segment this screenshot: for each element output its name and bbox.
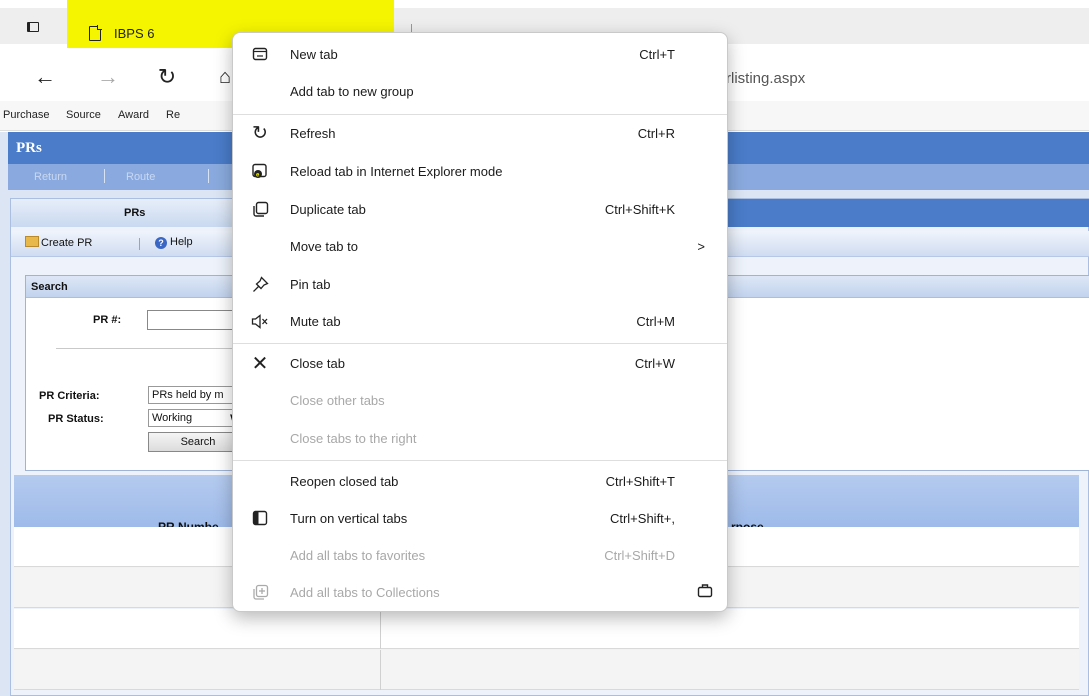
menu-item-close-tab[interactable]: ✕ Close tab Ctrl+W [233,346,727,382]
pin-icon [251,276,269,294]
return-link[interactable]: Return [34,171,67,183]
menu-item-vertical-tabs[interactable]: Turn on vertical tabs Ctrl+Shift+, [233,501,727,537]
action-separator [104,169,105,183]
favorite-source[interactable]: Source [66,109,101,121]
folder-icon [25,236,39,247]
mute-icon [251,313,269,331]
menu-item-add-tabs-collections: Add all tabs to Collections [233,575,727,611]
route-link[interactable]: Route [126,171,155,183]
menu-item-close-tabs-right: Close tabs to the right [290,431,417,446]
briefcase-icon [697,583,713,601]
create-pr-label: Create PR [41,237,93,249]
table-row[interactable] [14,609,1079,649]
back-arrow-icon[interactable]: ← [30,60,60,94]
page-title: PRs [16,140,42,156]
collections-icon [251,584,269,602]
panel-title: PRs [124,207,146,219]
tab-actions-icon[interactable] [22,16,44,38]
new-tab-icon [251,46,269,64]
reload-icon[interactable]: ↻ [152,60,182,94]
ie-mode-icon: e [251,163,269,181]
favorite-award[interactable]: Award [118,109,149,121]
help-label: Help [170,236,193,248]
pr-criteria-label: PR Criteria: [39,390,100,402]
pr-status-label: PR Status: [48,413,104,425]
table-row[interactable] [14,650,1079,690]
action-separator [208,169,209,183]
chevron-right-icon: > [697,239,705,254]
pr-number-label: PR #: [93,314,122,326]
help-icon: ? [155,237,167,249]
favorite-truncated[interactable]: Re [166,109,180,121]
menu-separator [233,114,727,115]
menu-item-reload-ie-mode[interactable]: e Reload tab in Internet Explorer mode [233,154,727,190]
menu-item-reopen-closed-tab[interactable]: Reopen closed tab Ctrl+Shift+T [233,464,727,500]
search-divider [56,348,256,349]
menu-item-close-other-tabs: Close other tabs [290,393,385,408]
favorite-purchase[interactable]: Purchase [3,109,49,121]
menu-separator [233,343,727,344]
forward-arrow-icon[interactable]: → [93,60,123,94]
page-icon [89,25,102,41]
pr-status-value: Working [152,412,193,424]
tab-context-menu: New tab Ctrl+T Add tab to new group ↻ Re… [232,32,728,612]
create-pr-button[interactable]: Create PR [25,236,92,249]
tab-title: IBPS 6 [114,26,155,41]
menu-item-duplicate-tab[interactable]: Duplicate tab Ctrl+Shift+K [233,192,727,228]
menu-item-mute-tab[interactable]: Mute tab Ctrl+M [233,304,727,340]
search-title: Search [31,281,68,293]
help-button[interactable]: ? Help [155,236,193,249]
menu-item-add-tab-to-group[interactable]: Add tab to new group [233,74,727,110]
duplicate-icon [251,201,269,219]
menu-item-pin-tab[interactable]: Pin tab [233,267,727,303]
refresh-icon: ↻ [252,123,268,144]
menu-item-add-tabs-favorites: Add all tabs to favorites Ctrl+Shift+D [290,548,675,563]
close-icon: ✕ [251,353,269,375]
menu-separator [233,460,727,461]
menu-item-move-tab-to[interactable]: Move tab to > [233,229,727,265]
toolbar-separator [139,238,140,250]
menu-item-refresh[interactable]: ↻ Refresh Ctrl+R [233,116,727,152]
vertical-tabs-icon [251,510,269,528]
menu-item-new-tab[interactable]: New tab Ctrl+T [233,37,727,73]
